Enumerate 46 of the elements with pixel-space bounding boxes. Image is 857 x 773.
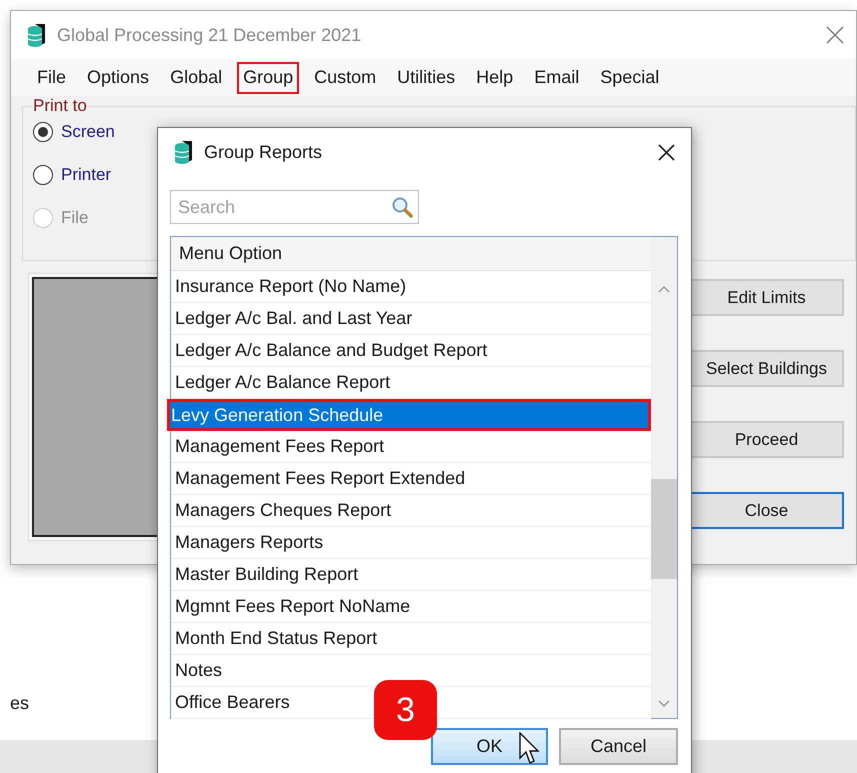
step-badge: 3: [374, 680, 437, 740]
menu-item[interactable]: Custom: [308, 62, 382, 94]
menu-item[interactable]: Options: [81, 62, 156, 94]
list-row[interactable]: Managers Reports: [171, 527, 651, 559]
list-row[interactable]: Ledger A/c Balance and Budget Report: [171, 335, 651, 367]
app-icon: [174, 140, 194, 164]
menu-item[interactable]: Group: [237, 62, 300, 94]
action-button[interactable]: Close: [689, 492, 844, 529]
radio-label: Printer: [61, 164, 112, 186]
list-row[interactable]: Master Building Report: [171, 559, 651, 591]
scroll-down-icon[interactable]: [658, 700, 670, 708]
radio-button[interactable]: [33, 122, 53, 142]
action-button[interactable]: Select Buildings: [689, 350, 844, 387]
scroll-up-icon[interactable]: [658, 285, 670, 293]
scrollbar[interactable]: [651, 237, 677, 718]
action-button[interactable]: Edit Limits: [689, 279, 844, 316]
cursor-icon: [519, 732, 541, 766]
scroll-thumb[interactable]: [651, 479, 677, 579]
list-row[interactable]: Ledger A/c Bal. and Last Year: [171, 303, 651, 335]
list-row[interactable]: Month End Status Report: [171, 623, 651, 655]
background-label: es: [10, 692, 30, 715]
search-field[interactable]: Search: [170, 190, 419, 224]
menu-item[interactable]: Global: [164, 62, 228, 94]
list-row[interactable]: Management Fees Report Extended: [171, 463, 651, 495]
list-row[interactable]: Insurance Report (No Name): [171, 271, 651, 303]
menu-item[interactable]: Help: [470, 62, 520, 94]
radio-label: Screen: [61, 120, 115, 143]
window-title: Global Processing 21 December 2021: [57, 24, 362, 47]
dialog-button[interactable]: Cancel: [559, 728, 678, 765]
dialog-title: Group Reports: [204, 140, 322, 164]
app-icon: [27, 23, 47, 47]
column-header: Menu Option: [171, 237, 651, 271]
list-row[interactable]: Managers Cheques Report: [171, 495, 651, 527]
menu-item[interactable]: Utilities: [391, 62, 462, 94]
search-icon: [391, 196, 413, 218]
menu-item[interactable]: File: [31, 62, 72, 94]
list-row[interactable]: Levy Generation Schedule: [167, 399, 651, 431]
list-row[interactable]: Mgmnt Fees Report NoName: [171, 591, 651, 623]
list-row[interactable]: Management Fees Report: [171, 431, 651, 463]
menu-item[interactable]: Special: [594, 62, 666, 94]
dialog-button[interactable]: OK: [431, 728, 548, 765]
radio-label: File: [61, 206, 88, 229]
action-button[interactable]: Proceed: [689, 421, 844, 458]
menu-item[interactable]: Email: [528, 62, 586, 94]
close-icon[interactable]: [658, 144, 675, 160]
radio-button[interactable]: [33, 164, 53, 184]
